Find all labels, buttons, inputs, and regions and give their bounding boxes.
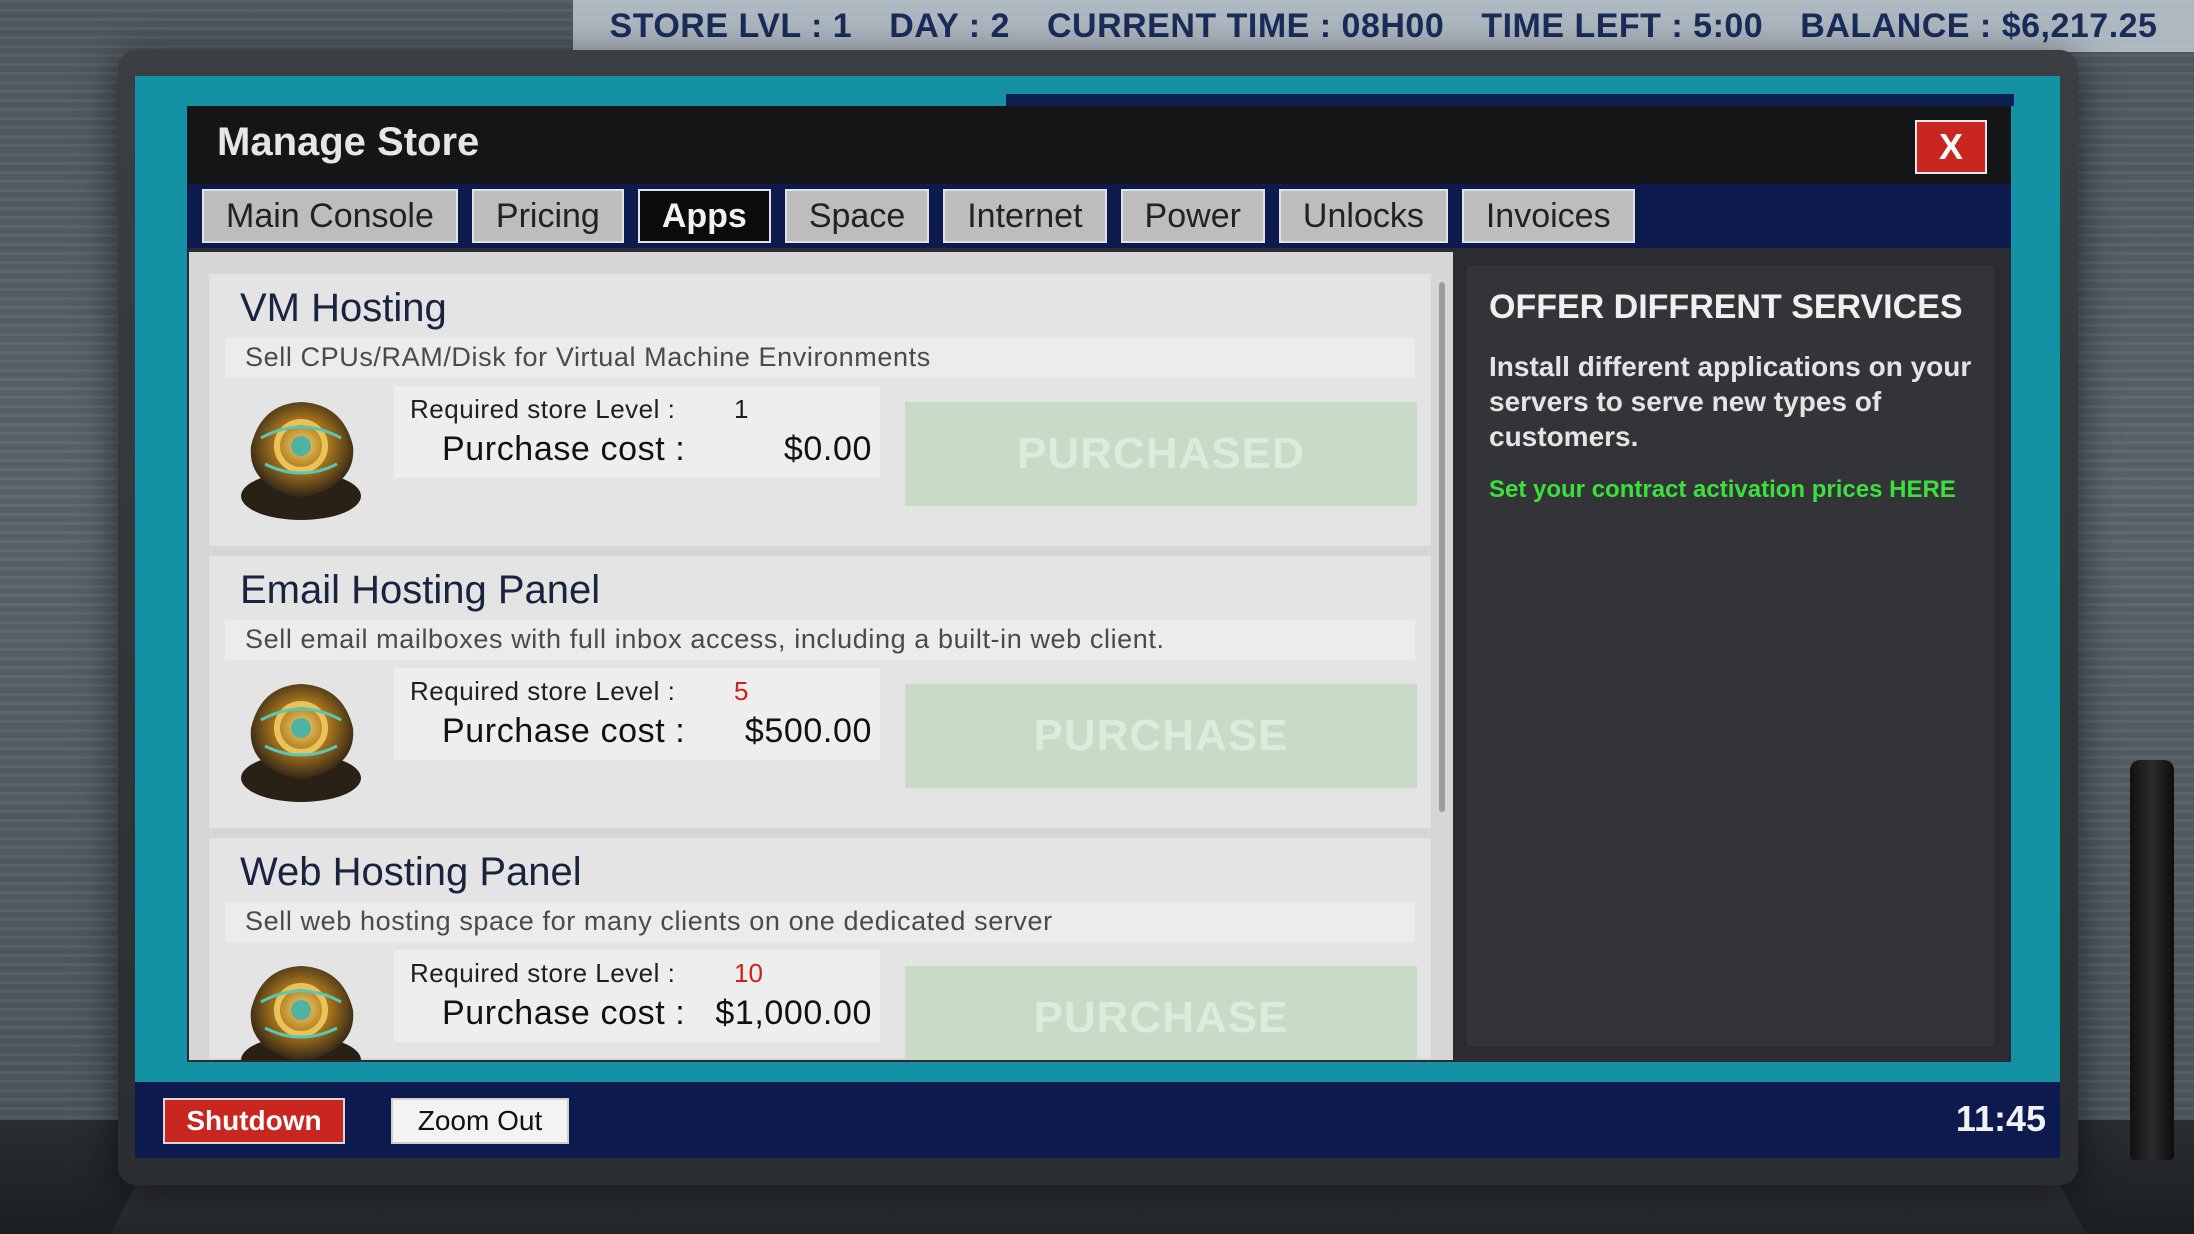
apps-list[interactable]: VM Hosting Sell CPUs/RAM/Disk for Virtua… xyxy=(189,252,1453,1060)
tab-invoices[interactable]: Invoices xyxy=(1461,189,1635,243)
required-level-value: 1 xyxy=(734,394,749,424)
tab-unlocks[interactable]: Unlocks xyxy=(1278,189,1448,243)
required-level-label: Required store Level : xyxy=(410,958,676,988)
apps-list-scrollbar[interactable] xyxy=(1439,282,1445,812)
taskbar-clock: 11:45 xyxy=(1955,1098,2046,1139)
app-description: Sell web hosting space for many clients … xyxy=(225,902,1415,942)
info-panel: OFFER DIFFRENT SERVICES Install differen… xyxy=(1467,266,1994,1046)
requirements-box: Required store Level : 1 Purchase cost :… xyxy=(394,386,880,478)
zoom-out-button[interactable]: Zoom Out xyxy=(391,1098,569,1144)
purchase-cost-label: Purchase cost : xyxy=(442,994,686,1032)
purchase-cost-label: Purchase cost : xyxy=(442,430,686,468)
tab-space[interactable]: Space xyxy=(784,189,930,243)
app-name: Email Hosting Panel xyxy=(240,568,601,612)
close-icon: X xyxy=(1938,126,1963,167)
taskbar: Shutdown Zoom Out 11:45 xyxy=(135,1082,2060,1158)
background-lamp xyxy=(2130,760,2174,1160)
purchase-button[interactable]: PURCHASE xyxy=(905,966,1417,1060)
app-card-web-hosting: Web Hosting Panel Sell web hosting space… xyxy=(209,838,1431,1060)
app-icon-gear xyxy=(241,966,361,1060)
tab-bar: Main Console Pricing Apps Space Internet… xyxy=(187,184,2011,248)
app-icon-gear xyxy=(241,402,361,520)
purchase-cost-value: $500.00 xyxy=(744,712,872,750)
app-icon-gear xyxy=(241,684,361,802)
requirements-box: Required store Level : 10 Purchase cost … xyxy=(394,950,880,1042)
purchase-cost-label: Purchase cost : xyxy=(442,712,686,750)
required-level-label: Required store Level : xyxy=(410,394,676,424)
requirements-box: Required store Level : 5 Purchase cost :… xyxy=(394,668,880,760)
app-card-email-hosting: Email Hosting Panel Sell email mailboxes… xyxy=(209,556,1431,828)
screen-top-strip xyxy=(1006,94,2014,106)
app-card-vm-hosting: VM Hosting Sell CPUs/RAM/Disk for Virtua… xyxy=(209,274,1431,546)
required-level-value: 5 xyxy=(734,676,749,706)
hud-current-time: CURRENT TIME : 08H00 xyxy=(1046,6,1445,45)
purchase-button[interactable]: PURCHASE xyxy=(905,684,1417,788)
close-button[interactable]: X xyxy=(1915,120,1987,174)
hud-bar: STORE LVL : 1 DAY : 2 CURRENT TIME : 08H… xyxy=(573,0,2194,52)
hud-store-level: STORE LVL : 1 xyxy=(609,6,853,45)
tab-internet[interactable]: Internet xyxy=(943,189,1107,243)
info-text: Install different applications on your s… xyxy=(1489,351,1972,452)
purchase-cost-value: $1,000.00 xyxy=(715,994,872,1032)
required-level-value: 10 xyxy=(734,958,763,988)
app-name: VM Hosting xyxy=(240,286,447,330)
tab-main-console[interactable]: Main Console xyxy=(202,189,458,243)
purchase-cost-value: $0.00 xyxy=(783,430,872,468)
app-description: Sell email mailboxes with full inbox acc… xyxy=(225,620,1415,660)
hud-day: DAY : 2 xyxy=(889,6,1010,45)
required-level-label: Required store Level : xyxy=(410,676,676,706)
hud-balance: BALANCE : $6,217.25 xyxy=(1800,6,2158,45)
app-description: Sell CPUs/RAM/Disk for Virtual Machine E… xyxy=(225,338,1415,378)
shutdown-button[interactable]: Shutdown xyxy=(163,1098,345,1144)
window-title: Manage Store xyxy=(217,120,480,164)
contract-prices-link[interactable]: Set your contract activation prices HERE xyxy=(1489,476,1972,504)
app-name: Web Hosting Panel xyxy=(240,850,582,894)
manage-store-window: Manage Store X Main Console Pricing Apps… xyxy=(187,106,2011,1062)
tab-apps[interactable]: Apps xyxy=(637,189,771,243)
window-titlebar: Manage Store X xyxy=(187,106,2011,184)
tab-pricing[interactable]: Pricing xyxy=(471,189,624,243)
info-title: OFFER DIFFRENT SERVICES xyxy=(1489,288,1963,326)
purchased-button[interactable]: PURCHASED xyxy=(905,402,1417,506)
hud-time-left: TIME LEFT : 5:00 xyxy=(1481,6,1764,45)
tab-power[interactable]: Power xyxy=(1120,189,1265,243)
